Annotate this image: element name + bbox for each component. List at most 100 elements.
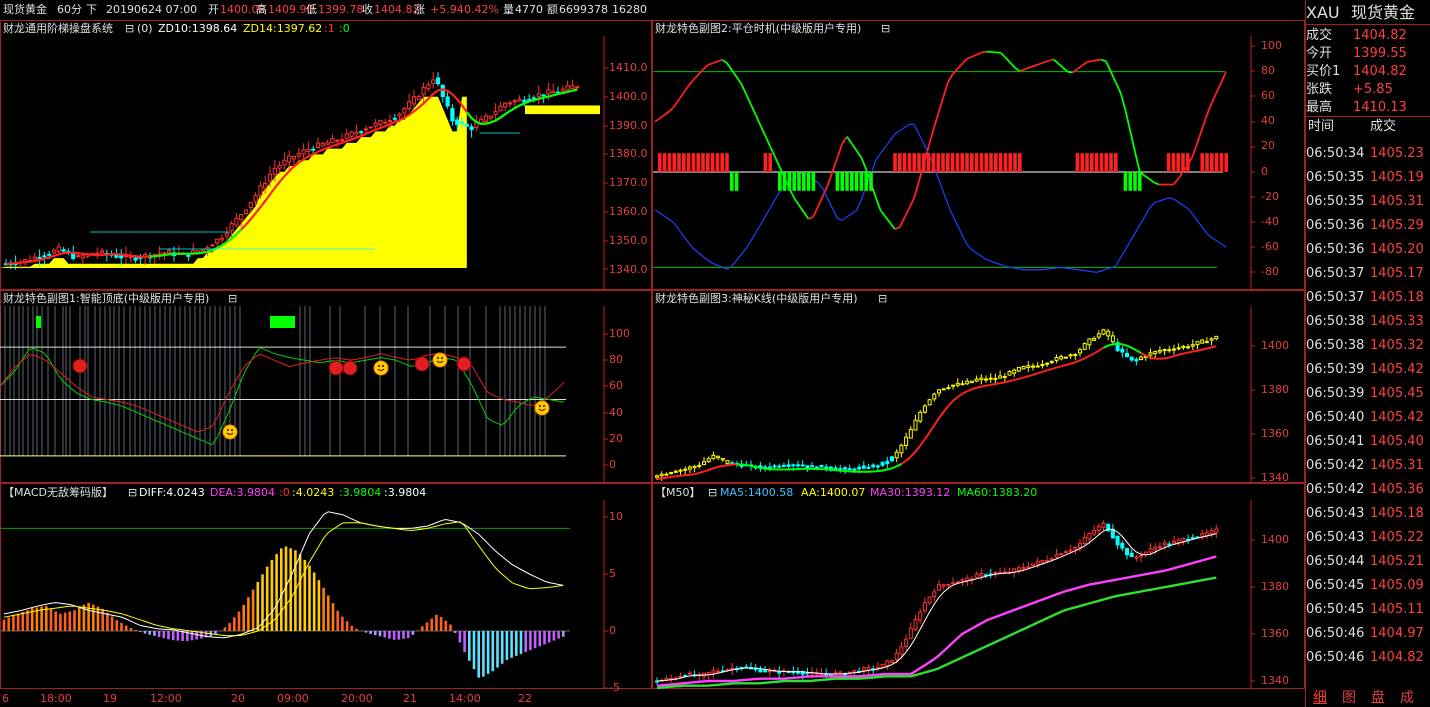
quote-row: 买价1 1404.82 — [1306, 62, 1430, 81]
kline-body — [796, 464, 800, 467]
quote-tab[interactable]: 盘 — [1367, 689, 1389, 707]
candle-body — [258, 185, 263, 196]
macd-hist-bar — [2, 619, 6, 631]
signal-bar — [1099, 153, 1104, 172]
timing-line-seg — [717, 58, 723, 63]
kline-body — [1153, 350, 1158, 355]
timing-line-seg — [726, 62, 733, 71]
tick-time: 06:50:46 — [1306, 626, 1365, 641]
candle-body — [186, 254, 191, 257]
candle-body — [1115, 535, 1120, 546]
kline-body — [1101, 329, 1106, 335]
panel3-y-tick-label: 0 — [609, 458, 616, 471]
timing-line-seg — [1105, 61, 1112, 73]
macd-hist-bar — [496, 631, 499, 668]
quote-tab[interactable]: 细 — [1309, 689, 1331, 707]
macd-hist-bar — [425, 622, 429, 631]
signal-bar — [1171, 153, 1176, 172]
panel1-title[interactable]: 财龙通用阶梯操盘系统 — [3, 22, 113, 36]
tick-time: 06:50:38 — [1306, 314, 1365, 329]
candle-body — [880, 663, 885, 668]
timing-line-seg — [831, 157, 839, 172]
mystery-ma-seg — [1074, 359, 1081, 364]
candle-body — [1087, 532, 1092, 540]
panel5-title[interactable]: 【MACD无敌筹码版】 — [3, 486, 113, 500]
kline-body — [1190, 344, 1195, 347]
signal-bar — [715, 153, 720, 172]
mystery-ma-seg — [1164, 356, 1170, 360]
panel5-toggle-icon[interactable]: ⊟ — [128, 486, 137, 500]
quote-row: 最高 1410.13 — [1306, 98, 1430, 117]
macd-hist-bar — [176, 631, 180, 641]
kline-body — [1176, 347, 1181, 350]
panel5-y-tick-label: -5 — [609, 681, 620, 694]
candle-body — [1021, 567, 1026, 570]
mystery-ma-seg — [1126, 344, 1133, 349]
macd-hist-bar — [538, 631, 542, 647]
kline-body — [697, 464, 702, 467]
candle-body — [1153, 546, 1158, 551]
timing-line-seg — [1004, 56, 1011, 64]
candle-body — [1157, 546, 1162, 549]
panel6-toggle-icon[interactable]: ⊟ — [708, 486, 717, 500]
candle-body — [315, 142, 321, 148]
candle-body — [306, 148, 311, 152]
macd-hist-bar — [458, 631, 462, 643]
panel2-title[interactable]: 财龙特色副图2:平仓时机(中级版用户专用) — [655, 22, 861, 36]
macd-hist-bar — [383, 631, 386, 638]
timing-line-seg — [1148, 178, 1155, 184]
timing-line-seg — [759, 125, 767, 137]
candle-body — [716, 670, 721, 673]
macd-hist-bar — [364, 631, 368, 633]
kline-body — [781, 464, 786, 467]
mystery-ma-seg — [746, 463, 752, 467]
panel4-title[interactable]: 财龙特色副图3:神秘K线(中级版用户专用) — [655, 292, 858, 306]
candle-body — [253, 194, 258, 202]
mystery-ma-seg — [938, 411, 945, 419]
mystery-ma-seg — [1009, 379, 1015, 383]
panel6-title[interactable]: 【M50】 — [655, 486, 701, 500]
macd-hist-bar — [533, 631, 537, 649]
tick-time: 06:50:45 — [1306, 602, 1365, 617]
candle-body — [219, 237, 225, 241]
tick-row: 06:50:36 1405.29 — [1306, 214, 1430, 238]
quote-row: 成交 1404.82 — [1306, 26, 1430, 45]
candle-body — [937, 584, 941, 591]
kline-body — [659, 473, 664, 477]
kline-body — [857, 466, 862, 470]
panel3-toggle-icon[interactable]: ⊟ — [228, 292, 237, 306]
panel3-title[interactable]: 财龙特色副图1:智能顶底(中级版用户专用) — [3, 292, 209, 306]
bottom-smile-icon — [534, 400, 550, 416]
panel4-y-tick-label: 1380 — [1261, 383, 1289, 396]
mystery-ma-seg — [1206, 346, 1212, 350]
panel2-toggle-icon[interactable]: ⊟ — [881, 22, 890, 36]
macd-hist-bar — [336, 610, 339, 631]
timing-line-seg — [721, 59, 728, 64]
kline-body — [1021, 366, 1026, 370]
candle-body — [488, 115, 493, 119]
candle-body — [411, 96, 417, 105]
candle-body — [354, 131, 359, 135]
macd-hist-bar — [308, 565, 311, 631]
mystery-ma-seg — [1013, 377, 1020, 382]
panel4-toggle-icon[interactable]: ⊟ — [878, 292, 887, 306]
timing-line-seg — [1033, 63, 1040, 67]
bottom-smile-icon — [432, 352, 448, 368]
quote-tab[interactable]: 图 — [1338, 689, 1360, 707]
quote-tab[interactable]: 成 — [1396, 689, 1418, 707]
change-value: +5.94 — [430, 3, 464, 16]
period-label[interactable]: 60分 — [57, 3, 82, 17]
candle-body — [767, 670, 772, 673]
ma60-line — [656, 576, 1217, 690]
candle-body — [51, 249, 57, 254]
signal-bar — [936, 153, 940, 172]
panel1-toggle-icon[interactable]: ⊟ — [125, 22, 134, 36]
macd-hist-bar — [110, 616, 114, 631]
kline-body — [687, 466, 692, 470]
candle-body — [1181, 537, 1186, 542]
candle-body — [1101, 522, 1106, 528]
timing-line-seg — [659, 114, 666, 120]
panel6-chart — [655, 500, 1255, 690]
kline-body — [1016, 366, 1021, 372]
candle-body — [974, 573, 979, 579]
